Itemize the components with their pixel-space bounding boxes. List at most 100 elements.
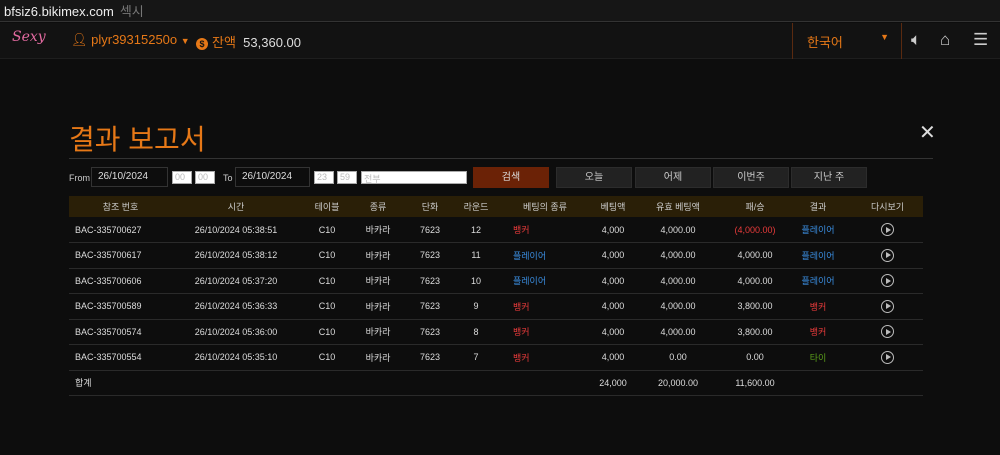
cell-result: 플레이어 (801, 225, 835, 235)
cell-valid-bet: 4,000.00 (660, 275, 696, 286)
play-icon (881, 299, 894, 313)
cell-result: 플레이어 (801, 276, 835, 287)
last-week-button[interactable]: 지난 주 (791, 167, 867, 188)
cell-ref: BAC-335700574 (75, 326, 142, 337)
cell-bet: 4,000 (601, 301, 625, 312)
logo: Sexy (12, 29, 46, 45)
header-time: 시간 (227, 202, 245, 212)
header-table: 테이블 (314, 202, 340, 212)
chevron-down-icon: ▼ (880, 32, 889, 42)
page-title-text: 섹시 (119, 4, 144, 19)
table-row: BAC-335700574 26/10/2024 05:36:00 C10 바카라 76… (69, 319, 923, 345)
header-type: 종류 (369, 202, 387, 212)
cell-valid-bet: 4,000.00 (660, 224, 696, 235)
cell-round: 11 (471, 250, 481, 261)
empty-cell (402, 370, 458, 396)
header-dealer: 단화 (421, 202, 439, 212)
today-button[interactable]: 오늘 (556, 167, 632, 188)
cell-win-loss: 3,800.00 (737, 326, 773, 337)
cell-valid-bet: 4,000.00 (660, 301, 696, 312)
cell-dealer: 7623 (419, 301, 441, 312)
top-bar: Sexy 👤︎ plyr39315250o ▼ $ 잔액 53,360.00 한국… (0, 23, 1000, 59)
play-icon (881, 350, 894, 364)
cell-dealer: 7623 (419, 250, 441, 261)
cell-bet: 4,000 (601, 326, 625, 337)
home-icon[interactable]: ⌂ (940, 30, 950, 50)
user-icon: 👤︎ (71, 32, 92, 47)
cell-bet: 4,000 (601, 250, 625, 261)
header-valid-bet: 유효 베팅액 (656, 202, 700, 212)
search-button[interactable]: 검색 (473, 167, 549, 188)
cell-ref: BAC-335700617 (75, 250, 142, 261)
header-bet: 베팅액 (600, 202, 626, 212)
header-round: 라운드 (463, 202, 489, 212)
replay-button[interactable] (852, 319, 923, 345)
cell-valid-bet: 0.00 (669, 352, 687, 363)
header-result: 결과 (809, 202, 827, 212)
from-label: From (69, 173, 90, 183)
to-hour-select[interactable]: 23 (314, 171, 334, 184)
to-minute-select[interactable]: 59 (337, 171, 357, 184)
replay-button[interactable] (852, 268, 923, 294)
cell-bet: 4,000 (601, 352, 625, 363)
table-row: BAC-335700589 26/10/2024 05:36:33 C10 바카라 76… (69, 294, 923, 320)
cell-win-loss: (4,000.00) (734, 224, 776, 235)
cell-time: 26/10/2024 05:37:20 (194, 275, 278, 286)
header-ref: 참조 번호 (102, 202, 139, 212)
cell-table: C10 (318, 301, 336, 312)
divider (69, 158, 933, 159)
empty-cell (172, 370, 300, 396)
empty-cell (784, 370, 852, 396)
cell-valid-bet: 4,000.00 (660, 250, 696, 261)
total-valid-bet: 20,000.00 (657, 377, 699, 388)
cell-table: C10 (318, 224, 336, 235)
yesterday-button[interactable]: 어제 (635, 167, 711, 188)
balance: $ 잔액 53,360.00 (196, 32, 301, 51)
header-replay: 다시보기 (870, 202, 905, 212)
table-row: BAC-335700554 26/10/2024 05:35:10 C10 바카라 76… (69, 345, 923, 371)
from-date-input[interactable]: 26/10/2024 (91, 167, 168, 187)
empty-cell (852, 370, 923, 396)
balance-value: 53,360.00 (243, 35, 301, 50)
cell-bet-type: 플레이어 (513, 250, 547, 261)
language-select[interactable]: 한국어 ▼ (792, 23, 902, 59)
from-minute-select[interactable]: 00 (195, 171, 215, 184)
empty-cell (458, 370, 494, 396)
from-hour-select[interactable]: 00 (172, 171, 192, 184)
cell-time: 26/10/2024 05:38:51 (194, 224, 278, 235)
cell-result: 플레이어 (801, 250, 835, 261)
replay-button[interactable] (852, 345, 923, 371)
browser-address-bar[interactable]: bfsiz6.bikimex.com 섹시 (0, 0, 1000, 22)
sound-icon[interactable]: 🔈︎ (911, 30, 921, 50)
replay-button[interactable] (852, 217, 923, 243)
cell-dealer: 7623 (419, 326, 441, 337)
cell-type: 바카라 (365, 327, 391, 338)
page-title: 결과 보고서 (69, 124, 206, 155)
replay-button[interactable] (852, 294, 923, 320)
menu-icon[interactable]: ☰ (973, 30, 988, 50)
cell-ref: BAC-335700554 (75, 352, 142, 363)
play-icon (881, 248, 894, 262)
to-date-input[interactable]: 26/10/2024 (235, 167, 310, 187)
header-bet-type: 베팅의 종류 (523, 202, 567, 212)
close-icon[interactable]: ✕ (919, 120, 936, 145)
cell-bet: 4,000 (601, 224, 625, 235)
this-week-button[interactable]: 이번주 (713, 167, 789, 188)
cell-win-loss: 4,000.00 (737, 275, 773, 286)
cell-bet-type: 뱅커 (513, 301, 530, 312)
cell-table: C10 (318, 352, 336, 363)
cell-bet-type: 플레이어 (513, 276, 547, 287)
header-win-loss: 패/승 (745, 202, 765, 212)
cell-table: C10 (318, 250, 336, 261)
cell-type: 바카라 (365, 276, 391, 287)
cell-dealer: 7623 (419, 275, 441, 286)
cell-win-loss: 3,800.00 (737, 301, 773, 312)
cell-type: 바카라 (365, 250, 391, 261)
language-label: 한국어 (807, 35, 843, 50)
replay-button[interactable] (852, 243, 923, 269)
cell-result: 타이 (809, 352, 827, 363)
bet-type-select[interactable]: 전부 (361, 171, 467, 184)
cell-round: 12 (470, 224, 481, 235)
result-table: 참조 번호 시간 테이블 종류 단화 라운드 베팅의 종류 베팅액 유효 베팅액 패/승 결과 다시보… (69, 196, 923, 396)
user-menu[interactable]: 👤︎ plyr39315250o ▼ (71, 32, 190, 48)
